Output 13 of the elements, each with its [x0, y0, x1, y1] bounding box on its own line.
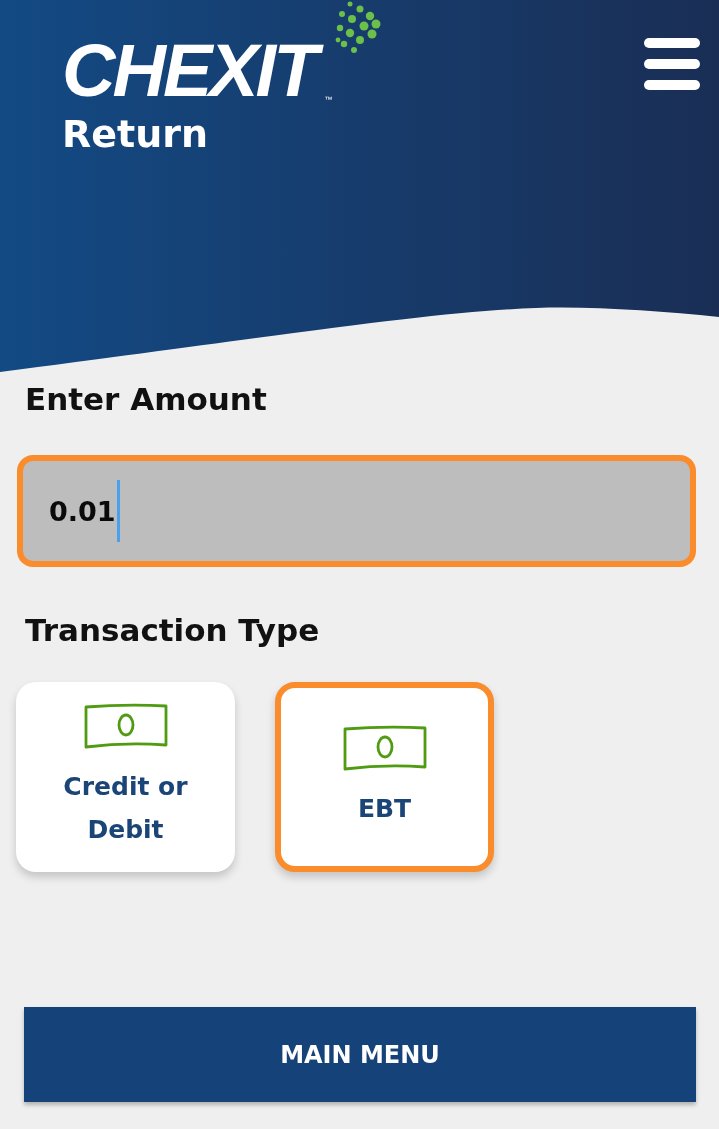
main-menu-button[interactable]: MAIN MENU [24, 1007, 696, 1103]
trademark-sign: ™ [324, 96, 333, 104]
transaction-type-label: Transaction Type [25, 612, 320, 650]
logo-text: CHEXIT [62, 30, 324, 112]
text-cursor-icon [116, 480, 120, 543]
transaction-type-option[interactable]: EBT [275, 682, 494, 873]
transaction-type-option[interactable]: Credit or Debit [16, 682, 235, 873]
banknote-icon [83, 703, 168, 750]
amount-label: Enter Amount [25, 381, 267, 419]
menu-button[interactable] [644, 38, 700, 90]
banknote-icon [342, 724, 427, 771]
page-title: Return [62, 111, 209, 158]
amount-field[interactable]: 0.01 [17, 455, 696, 568]
